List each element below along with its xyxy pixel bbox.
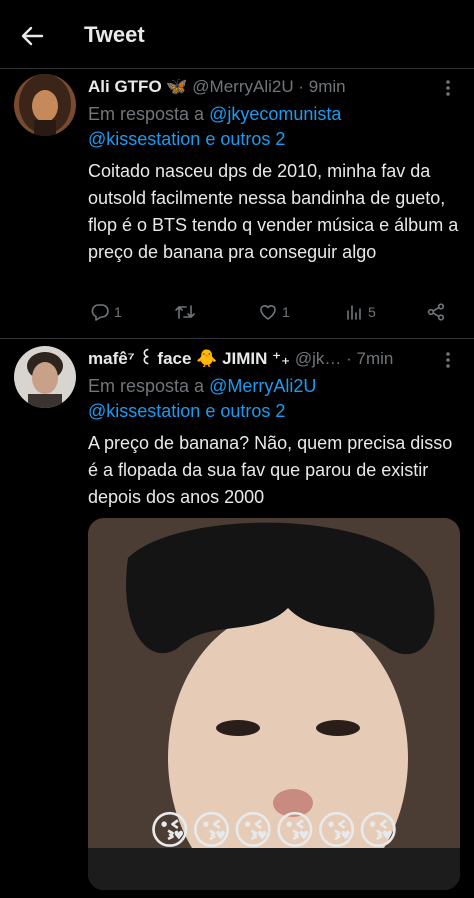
share-icon	[426, 302, 446, 322]
handle[interactable]: @jk…	[295, 349, 342, 368]
retweet-button[interactable]	[174, 299, 200, 325]
tweet[interactable]: Ali GTFO 🦋 @MerryAli2U · 9min Em respost…	[0, 68, 474, 338]
reply-context: Em resposta a @MerryAli2U	[88, 374, 460, 399]
top-bar: Tweet	[0, 0, 474, 70]
tweet[interactable]: mafê⁷ ꒰ face 🐥 JIMIN ⁺₊ @jk… · 7min Em r…	[0, 338, 474, 898]
mention-link[interactable]: @kissestation e outros 2	[88, 129, 285, 149]
views-button[interactable]: 5	[344, 299, 376, 325]
timestamp[interactable]: 7min	[357, 349, 394, 368]
reply-icon	[90, 302, 110, 322]
mention-link[interactable]: @kissestation e outros 2	[88, 401, 285, 421]
separator-dot: ·	[298, 77, 305, 96]
arrow-left-icon[interactable]	[18, 22, 46, 50]
reply-context-more: @kissestation e outros 2	[88, 399, 460, 424]
tweet-text: Coitado nasceu dps de 2010, minha fav da…	[88, 161, 459, 262]
mention-link[interactable]: @MerryAli2U	[209, 376, 316, 396]
heart-icon	[258, 302, 278, 322]
reply-prefix: Em resposta a	[88, 376, 205, 396]
avatar[interactable]	[14, 74, 76, 136]
display-name[interactable]: mafê⁷ ꒰ face 🐥 JIMIN ⁺₊	[88, 349, 290, 368]
tweet-text: A preço de banana? Não, quem precisa dis…	[88, 433, 453, 507]
tweet-media-image[interactable]: 😘😘😘😘😘😘	[88, 518, 460, 890]
reply-count: 1	[114, 304, 122, 320]
mention-link[interactable]: @jkyecomunista	[209, 104, 341, 124]
bar-chart-icon	[344, 302, 364, 322]
handle[interactable]: @MerryAli2U	[192, 77, 293, 96]
retweet-icon	[174, 302, 196, 322]
avatar[interactable]	[14, 346, 76, 408]
timestamp[interactable]: 9min	[309, 77, 346, 96]
reply-button[interactable]: 1	[90, 299, 122, 325]
emoji-overlay: 😘😘😘😘😘😘	[148, 809, 400, 853]
share-button[interactable]	[426, 299, 446, 325]
reply-context-more: @kissestation e outros 2	[88, 127, 460, 152]
like-count: 1	[282, 304, 290, 320]
reply-prefix: Em resposta a	[88, 104, 205, 124]
separator-dot: ·	[346, 349, 352, 368]
tweet-header: Ali GTFO 🦋 @MerryAli2U · 9min	[88, 76, 460, 98]
more-options-icon[interactable]	[438, 78, 458, 98]
page-title: Tweet	[84, 22, 145, 47]
tweet-header: mafê⁷ ꒰ face 🐥 JIMIN ⁺₊ @jk… · 7min	[88, 348, 460, 370]
like-button[interactable]: 1	[258, 299, 290, 325]
tweet-actions: 1 1 5	[88, 299, 458, 325]
display-name[interactable]: Ali GTFO 🦋	[88, 77, 188, 96]
view-count: 5	[368, 304, 376, 320]
reply-context: Em resposta a @jkyecomunista	[88, 102, 460, 127]
more-options-icon[interactable]	[438, 350, 458, 370]
